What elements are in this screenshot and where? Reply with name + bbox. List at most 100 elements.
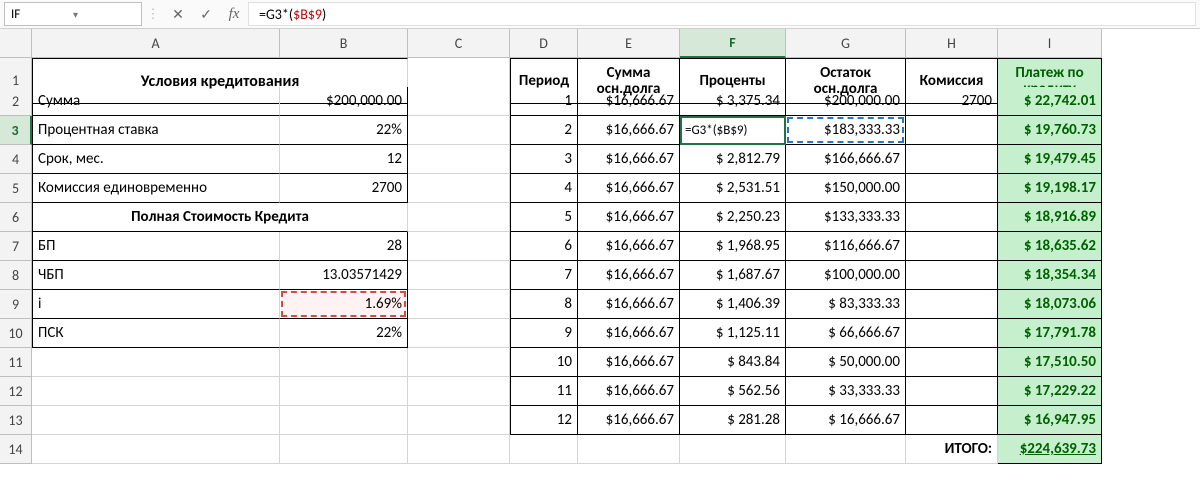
cell-D13[interactable]: 12	[510, 406, 578, 435]
row-header-9[interactable]: 9	[0, 290, 32, 319]
cell-G2[interactable]: $200,000.00	[786, 87, 906, 116]
cell-H9[interactable]	[906, 290, 998, 319]
cell-I3[interactable]: $ 19,760.73	[998, 116, 1102, 145]
cell-A11[interactable]	[32, 348, 280, 377]
col-header-F[interactable]: F	[680, 29, 786, 58]
cell-F5[interactable]: $ 2,531.51	[680, 174, 786, 203]
cell-C4[interactable]	[408, 145, 510, 174]
cell-C13[interactable]	[408, 406, 510, 435]
cell-C11[interactable]	[408, 348, 510, 377]
row-header-10[interactable]: 10	[0, 319, 32, 348]
cell-D11[interactable]: 10	[510, 348, 578, 377]
cell-E7[interactable]: $16,666.67	[578, 232, 680, 261]
cell-H8[interactable]	[906, 261, 998, 290]
cell-F8[interactable]: $ 1,687.67	[680, 261, 786, 290]
cell-D8[interactable]: 7	[510, 261, 578, 290]
row-header-13[interactable]: 13	[0, 406, 32, 435]
cell-I9[interactable]: $ 18,073.06	[998, 290, 1102, 319]
cell-F10[interactable]: $ 1,125.11	[680, 319, 786, 348]
cell-F7[interactable]: $ 1,968.95	[680, 232, 786, 261]
row-header-14[interactable]: 14	[0, 435, 32, 464]
cell-D12[interactable]: 11	[510, 377, 578, 406]
row-header-2[interactable]: 2	[0, 87, 32, 116]
cell-G7[interactable]: $116,666.67	[786, 232, 906, 261]
cell-G8[interactable]: $100,000.00	[786, 261, 906, 290]
cell-H5[interactable]	[906, 174, 998, 203]
cell-F6[interactable]: $ 2,250.23	[680, 203, 786, 232]
cell-G14[interactable]	[786, 435, 906, 464]
cell-B8[interactable]: 13.03571429	[280, 261, 408, 290]
cell-C12[interactable]	[408, 377, 510, 406]
cell-I10[interactable]: $ 17,791.78	[998, 319, 1102, 348]
cell-A5[interactable]: Комиссия единовременно	[32, 174, 280, 203]
cell-B13[interactable]	[280, 406, 408, 435]
col-header-I[interactable]: I	[998, 29, 1102, 58]
col-header-E[interactable]: E	[578, 29, 680, 58]
cell-F12[interactable]: $ 562.56	[680, 377, 786, 406]
insert-function-button[interactable]: fx	[220, 0, 248, 28]
cell-B7[interactable]: 28	[280, 232, 408, 261]
col-header-G[interactable]: G	[786, 29, 906, 58]
cell-E14[interactable]	[578, 435, 680, 464]
cell-F14[interactable]	[680, 435, 786, 464]
cell-G10[interactable]: $ 66,666.67	[786, 319, 906, 348]
cell-I6[interactable]: $ 18,916.89	[998, 203, 1102, 232]
cell-C3[interactable]	[408, 116, 510, 145]
cell-A4[interactable]: Срок, мес.	[32, 145, 280, 174]
col-header-D[interactable]: D	[510, 29, 578, 58]
cell-D9[interactable]: 8	[510, 290, 578, 319]
col-header-A[interactable]: A	[32, 29, 280, 58]
cell-I4[interactable]: $ 19,479.45	[998, 145, 1102, 174]
cell-A7[interactable]: БП	[32, 232, 280, 261]
cell-G9[interactable]: $ 83,333.33	[786, 290, 906, 319]
cell-I7[interactable]: $ 18,635.62	[998, 232, 1102, 261]
cell-D10[interactable]: 9	[510, 319, 578, 348]
cell-E9[interactable]: $16,666.67	[578, 290, 680, 319]
cell-E4[interactable]: $16,666.67	[578, 145, 680, 174]
cell-B2[interactable]: $200,000.00	[280, 87, 408, 116]
cell-B5[interactable]: 2700	[280, 174, 408, 203]
cell-B14[interactable]	[280, 435, 408, 464]
cell-E12[interactable]: $16,666.67	[578, 377, 680, 406]
cell-E5[interactable]: $16,666.67	[578, 174, 680, 203]
cell-E3[interactable]: $16,666.67	[578, 116, 680, 145]
cell-A8[interactable]: ЧБП	[32, 261, 280, 290]
cell-G4[interactable]: $166,666.67	[786, 145, 906, 174]
row-header-3[interactable]: 3	[0, 116, 32, 145]
cell-D7[interactable]: 6	[510, 232, 578, 261]
cell-H12[interactable]	[906, 377, 998, 406]
cell-C10[interactable]	[408, 319, 510, 348]
cell-F13[interactable]: $ 281.28	[680, 406, 786, 435]
cell-C6[interactable]	[408, 203, 510, 232]
cell-C7[interactable]	[408, 232, 510, 261]
cell-H11[interactable]	[906, 348, 998, 377]
row-header-5[interactable]: 5	[0, 174, 32, 203]
enter-button[interactable]: ✓	[192, 0, 220, 28]
cell-G13[interactable]: $ 16,666.67	[786, 406, 906, 435]
cell-I5[interactable]: $ 19,198.17	[998, 174, 1102, 203]
cell-I2[interactable]: $ 22,742.01	[998, 87, 1102, 116]
name-box[interactable]: IF ▾	[4, 2, 142, 26]
cell-G12[interactable]: $ 33,333.33	[786, 377, 906, 406]
cell-E2[interactable]: $16,666.67	[578, 87, 680, 116]
row-header-7[interactable]: 7	[0, 232, 32, 261]
cell-C9[interactable]	[408, 290, 510, 319]
cell-F9[interactable]: $ 1,406.39	[680, 290, 786, 319]
left-sub-title[interactable]: Полная Стоимость Кредита	[32, 203, 408, 232]
cell-G11[interactable]: $ 50,000.00	[786, 348, 906, 377]
cell-G6[interactable]: $133,333.33	[786, 203, 906, 232]
cell-H2[interactable]: 2700	[906, 87, 998, 116]
cell-H4[interactable]	[906, 145, 998, 174]
cell-B11[interactable]	[280, 348, 408, 377]
cell-A14[interactable]	[32, 435, 280, 464]
cell-B9[interactable]: 1.69%	[280, 290, 408, 319]
cell-B4[interactable]: 12	[280, 145, 408, 174]
col-header-H[interactable]: H	[906, 29, 998, 58]
cell-F11[interactable]: $ 843.84	[680, 348, 786, 377]
col-header-C[interactable]: C	[408, 29, 510, 58]
cell-D14[interactable]	[510, 435, 578, 464]
cell-C5[interactable]	[408, 174, 510, 203]
cell-A13[interactable]	[32, 406, 280, 435]
cell-A9[interactable]: i	[32, 290, 280, 319]
cell-H7[interactable]	[906, 232, 998, 261]
